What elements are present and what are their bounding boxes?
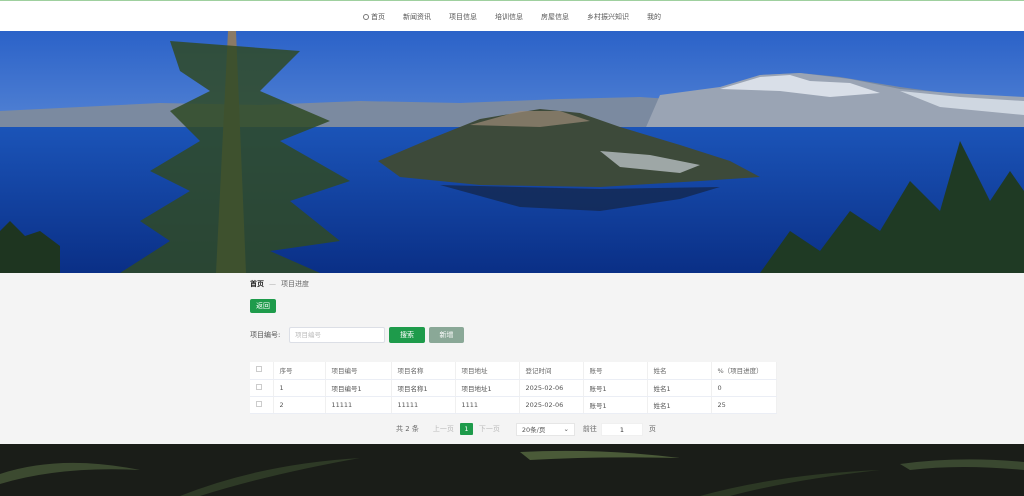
table-header-row: 序号 项目编号 项目名称 项目地址 登记时间 账号 姓名 %（项目进度） [250, 362, 777, 380]
nav-item-training[interactable]: 培训信息 [486, 12, 532, 22]
table-cell: 账号1 [583, 379, 648, 397]
table-cell: 1111 [455, 396, 520, 414]
progress-table: 序号 项目编号 项目名称 项目地址 登记时间 账号 姓名 %（项目进度） 1 项… [250, 362, 777, 414]
add-button[interactable]: 新增 [429, 327, 464, 343]
home-icon [363, 14, 369, 20]
nav-item-knowledge[interactable]: 乡村振兴知识 [578, 12, 638, 22]
row-select-cell[interactable] [250, 379, 274, 397]
nav-item-label: 项目信息 [449, 13, 477, 21]
table-cell: 项目编号1 [325, 379, 392, 397]
nav-item-label: 房屋信息 [541, 13, 569, 21]
row-checkbox[interactable] [256, 383, 262, 390]
goto-page-input[interactable]: 1 [600, 422, 643, 436]
nav-item-label: 我的 [647, 13, 661, 21]
column-header: 姓名 [647, 362, 712, 380]
nav-item-label: 首页 [371, 13, 385, 21]
table-cell: 姓名1 [647, 396, 712, 414]
column-header: 项目编号 [325, 362, 392, 380]
nav-item-housing[interactable]: 房屋信息 [532, 12, 578, 22]
pagination: 共 2 条 上一页 1 下一页 20条/页 ⌄ 前往 1 页 [396, 422, 656, 436]
lake-landscape-image [0, 31, 1024, 273]
table-cell: 账号1 [583, 396, 648, 414]
page-size-value: 20条/页 [521, 426, 546, 434]
table-cell: 1 [273, 379, 326, 397]
select-all-cell[interactable] [250, 362, 274, 380]
goto-label: 前往 [582, 425, 597, 433]
nav-item-home[interactable]: 首页 [354, 12, 394, 22]
table-cell: 项目地址1 [455, 379, 520, 397]
select-all-checkbox[interactable] [256, 366, 262, 373]
back-button[interactable]: 返回 [250, 299, 276, 313]
footer [0, 444, 1024, 496]
table-cell: 11111 [325, 396, 392, 414]
table-cell: 2 [273, 396, 326, 414]
nav-item-label: 乡村振兴知识 [587, 13, 629, 21]
table-cell: 姓名1 [647, 379, 712, 397]
top-nav: 首页 新闻资讯 项目信息 培训信息 房屋信息 乡村振兴知识 我的 [0, 3, 1024, 31]
table-cell: 11111 [391, 396, 456, 414]
pagination-total: 共 2 条 [396, 425, 419, 433]
column-header: 账号 [583, 362, 648, 380]
nav-item-mine[interactable]: 我的 [638, 12, 670, 22]
table-row: 1 项目编号1 项目名称1 项目地址1 2025-02-06 账号1 姓名1 0 [250, 379, 777, 397]
nav-item-projects[interactable]: 项目信息 [440, 12, 486, 22]
project-number-input[interactable] [289, 327, 385, 343]
search-label: 项目编号: [250, 331, 281, 339]
table-row: 2 11111 11111 1111 2025-02-06 账号1 姓名1 25 [250, 396, 777, 414]
breadcrumb-separator: — [269, 280, 276, 288]
prev-page-button[interactable]: 上一页 [433, 424, 454, 434]
page-number-button[interactable]: 1 [459, 423, 473, 435]
column-header: 项目地址 [455, 362, 520, 380]
column-header: %（项目进度） [711, 362, 777, 380]
column-header: 序号 [273, 362, 326, 380]
table-cell: 2025-02-06 [519, 379, 584, 397]
table-cell: 0 [711, 379, 777, 397]
nav-item-label: 新闻资讯 [403, 13, 431, 21]
breadcrumb-home[interactable]: 首页 [250, 279, 264, 289]
row-select-cell[interactable] [250, 396, 274, 414]
column-header: 登记时间 [519, 362, 584, 380]
hero-banner [0, 31, 1024, 273]
footer-foliage-image [0, 444, 1024, 496]
search-button[interactable]: 搜索 [389, 327, 425, 343]
page-unit-label: 页 [648, 425, 656, 433]
table-cell: 2025-02-06 [519, 396, 584, 414]
breadcrumb: 首页 — 项目进度 [250, 279, 309, 289]
row-checkbox[interactable] [256, 400, 262, 407]
table-cell: 项目名称1 [391, 379, 456, 397]
chevron-down-icon: ⌄ [563, 425, 569, 433]
page-size-select[interactable]: 20条/页 ⌄ [515, 422, 575, 436]
table-cell: 25 [711, 396, 777, 414]
nav-item-news[interactable]: 新闻资讯 [394, 12, 440, 22]
next-page-button[interactable]: 下一页 [479, 424, 500, 434]
column-header: 项目名称 [391, 362, 456, 380]
content-area [0, 273, 1024, 444]
nav-item-label: 培训信息 [495, 13, 523, 21]
breadcrumb-current: 项目进度 [281, 280, 309, 288]
